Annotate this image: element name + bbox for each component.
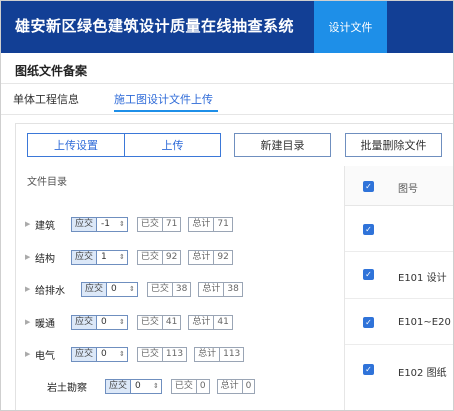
submitted-count: 已交 0 [170,378,210,394]
app-header: 雄安新区绿色建筑设计质量在线抽查系统 设计文件 [1,1,453,53]
divider [1,83,453,84]
active-tab-indicator [114,110,218,112]
tree-row-plumbing[interactable]: ▶ 给排水 应交 0 ⇕ 已交 38 总计 38 [25,279,250,299]
row-divider [345,251,453,252]
expand-caret-icon[interactable]: ▶ [25,253,35,261]
tab-basic-info[interactable]: 单体工程信息 [13,91,79,107]
required-count-stepper[interactable]: 应交 1 ⇕ [71,249,128,265]
submitted-count: 已交 71 [136,216,182,232]
category-label: 建筑 [35,220,55,232]
row-divider [345,344,453,345]
required-count-stepper[interactable]: 应交 0 ⇕ [81,281,138,297]
tree-row-geotechnical[interactable]: 岩土勘察 应交 0 ⇕ 已交 0 总计 0 [47,376,262,396]
spinner-icon[interactable]: ⇕ [129,283,137,296]
tab-drawing-upload[interactable]: 施工图设计文件上传 [114,91,213,107]
spinner-icon[interactable]: ⇕ [119,218,127,231]
tree-row-architecture[interactable]: ▶ 建筑 应交 -1 ⇕ 已交 71 总计 71 [25,214,240,234]
row-checkbox[interactable]: ✓ [363,317,374,328]
spinner-icon[interactable]: ⇕ [119,316,127,329]
column-header-drawing-no: 图号 [398,184,418,195]
submitted-count: 已交 38 [146,281,192,297]
app-window: 雄安新区绿色建筑设计质量在线抽查系统 设计文件 图纸文件备案 单体工程信息 施工… [0,0,454,411]
total-count: 总计 38 [198,281,243,297]
total-count: 总计 41 [188,314,233,330]
page-title: 图纸文件备案 [15,64,88,78]
file-code[interactable]: E102 图纸 [398,364,447,379]
select-all-checkbox[interactable]: ✓ [363,181,374,192]
total-count: 总计 71 [188,216,233,232]
file-code[interactable]: E101~E20 [398,317,451,328]
upload-settings-button[interactable]: 上传设置 [27,133,124,157]
category-label: 岩土勘察 [47,382,87,394]
required-count-stepper[interactable]: 应交 0 ⇕ [71,346,128,362]
app-title: 雄安新区绿色建筑设计质量在线抽查系统 [15,17,295,35]
expand-caret-icon[interactable]: ▶ [25,220,35,228]
required-count-stepper[interactable]: 应交 0 ⇕ [105,378,162,394]
required-count-stepper[interactable]: 应交 0 ⇕ [71,314,128,330]
expand-caret-icon[interactable]: ▶ [25,350,35,358]
row-checkbox[interactable]: ✓ [363,224,374,235]
tree-row-hvac[interactable]: ▶ 暖通 应交 0 ⇕ 已交 41 总计 41 [25,312,240,332]
batch-delete-button[interactable]: 批量删除文件 [345,133,442,157]
nav-tab-design-files[interactable]: 设计文件 [314,1,387,53]
spinner-icon[interactable]: ⇕ [153,380,161,393]
tree-row-structure[interactable]: ▶ 结构 应交 1 ⇕ 已交 92 总计 92 [25,247,240,267]
row-checkbox[interactable]: ✓ [363,364,374,375]
category-label: 给排水 [35,285,65,297]
upload-button[interactable]: 上传 [124,133,221,157]
spinner-icon[interactable]: ⇕ [119,348,127,361]
category-label: 结构 [35,253,55,265]
total-count: 总计 113 [194,346,245,362]
submitted-count: 已交 41 [136,314,182,330]
category-label: 暖通 [35,318,55,330]
total-count: 总计 0 [216,378,256,394]
row-checkbox[interactable]: ✓ [363,269,374,280]
expand-caret-icon[interactable]: ▶ [25,285,35,293]
total-count: 总计 92 [188,249,233,265]
tree-row-electrical[interactable]: ▶ 电气 应交 0 ⇕ 已交 113 总计 113 [25,344,251,364]
directory-header: 文件目录 [27,177,67,188]
row-divider [345,298,453,299]
new-directory-button[interactable]: 新建目录 [234,133,331,157]
category-label: 电气 [35,350,55,362]
submitted-count: 已交 92 [136,249,182,265]
panel-divider [344,166,345,410]
file-code[interactable]: E101 设计 [398,269,447,284]
spinner-icon[interactable]: ⇕ [119,251,127,264]
required-count-stepper[interactable]: 应交 -1 ⇕ [71,216,128,232]
submitted-count: 已交 113 [136,346,188,362]
expand-caret-icon[interactable]: ▶ [25,318,35,326]
divider [1,114,453,115]
